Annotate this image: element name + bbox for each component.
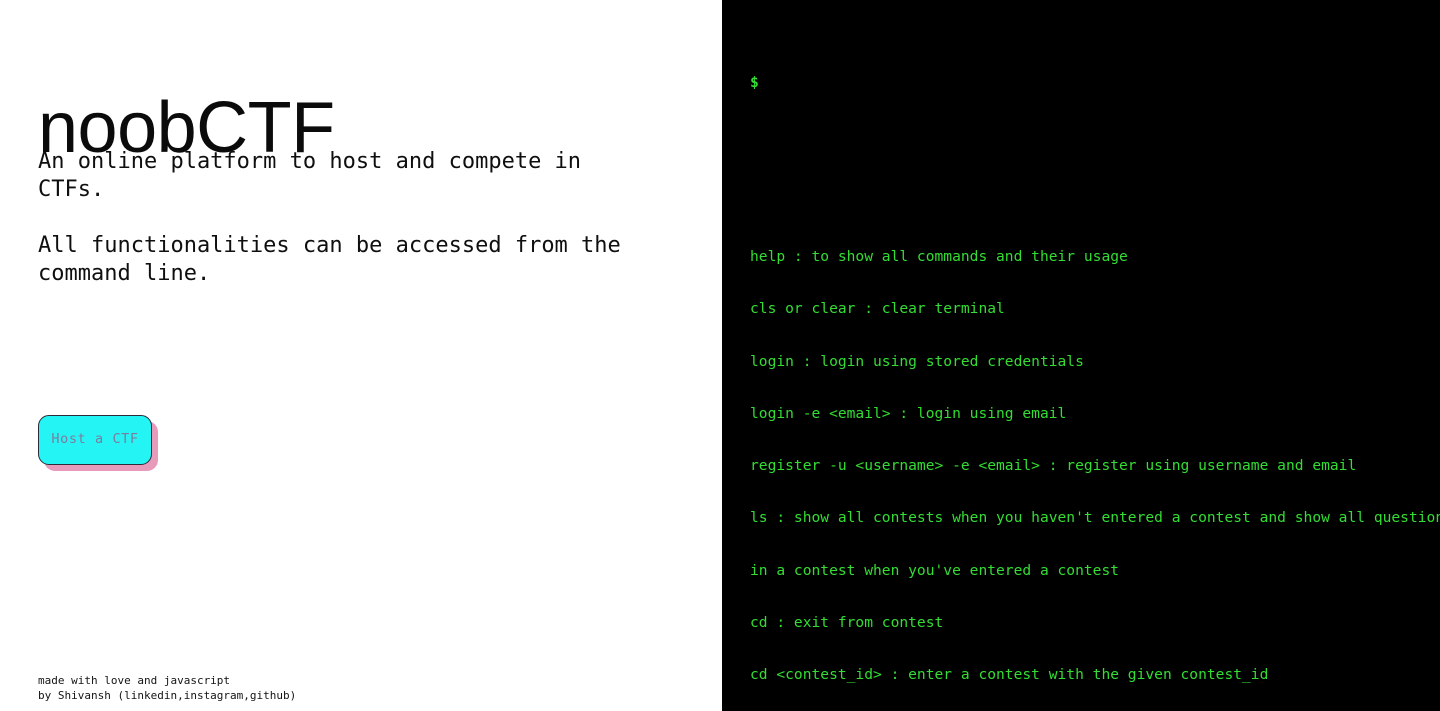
host-a-ctf-button-label: Host a CTF bbox=[51, 431, 139, 448]
terminal-line: in a contest when you've entered a conte… bbox=[750, 561, 1120, 579]
terminal-spacer-top bbox=[750, 144, 1440, 161]
footer-credit-line: made with love and javascript bbox=[38, 674, 231, 687]
terminal-line: ls : show all contests when you haven't … bbox=[750, 509, 1440, 527]
footer-author-line[interactable]: by Shivansh (linkedin,instagram,github) bbox=[38, 689, 296, 704]
hero-paragraph-2: All functionalities can be accessed from… bbox=[38, 233, 621, 286]
host-a-ctf-button[interactable]: Host a CTF bbox=[38, 415, 152, 465]
terminal-line: login -e <email> : login using email bbox=[750, 404, 1067, 422]
landing-pane: noobCTF An online platform to host and c… bbox=[0, 0, 722, 711]
terminal-line: cls or clear : clear terminal bbox=[750, 300, 1005, 318]
terminal-line: help : to show all commands and their us… bbox=[750, 248, 1128, 266]
terminal-pane[interactable]: $ help : to show all commands and their … bbox=[722, 0, 1440, 711]
terminal-line: cd : exit from contest bbox=[750, 613, 944, 631]
hero-description: An online platform to host and compete i… bbox=[38, 148, 658, 288]
hero-paragraph-1: An online platform to host and compete i… bbox=[38, 149, 582, 202]
cta-container: Host a CTF bbox=[38, 415, 152, 465]
terminal-line: register -u <username> -e <email> : regi… bbox=[750, 457, 1357, 475]
terminal-output[interactable]: $ help : to show all commands and their … bbox=[750, 22, 1440, 711]
terminal-help-output: help : to show all commands and their us… bbox=[750, 213, 1440, 711]
app-root: noobCTF An online platform to host and c… bbox=[0, 0, 1440, 711]
footer: made with love and javascript by Shivans… bbox=[38, 674, 296, 703]
terminal-prompt-top: $ bbox=[750, 74, 759, 92]
terminal-line: login : login using stored credentials bbox=[750, 352, 1084, 370]
terminal-line: cd <contest_id> : enter a contest with t… bbox=[750, 666, 1269, 684]
